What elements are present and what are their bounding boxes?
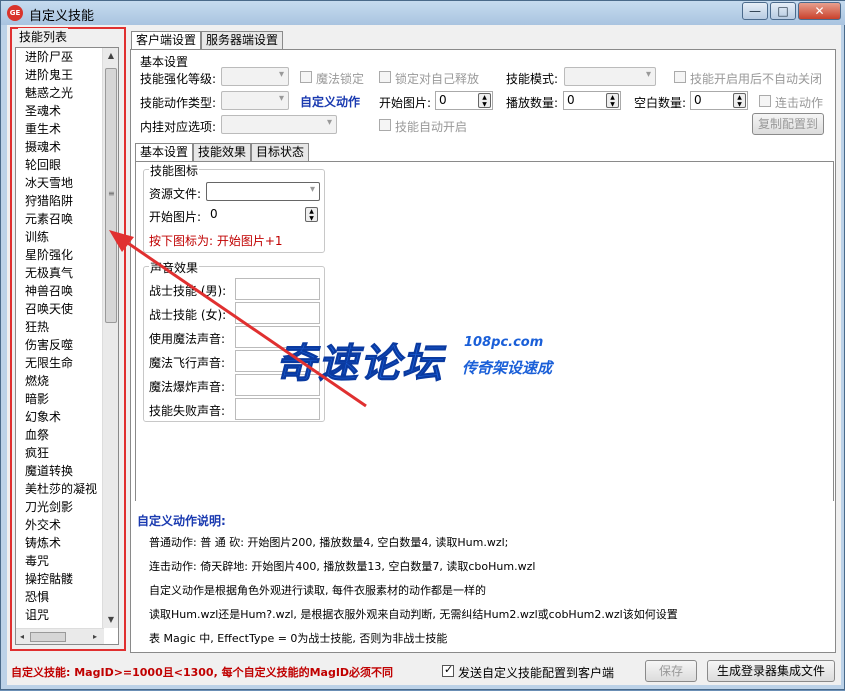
sound-file-input[interactable] xyxy=(235,398,320,420)
tab-server-settings[interactable]: 服务器端设置 xyxy=(201,31,284,49)
magid-warning: 自定义技能: MagID>=1000且<1300, 每个自定义技能的MagID必… xyxy=(11,666,394,679)
spinner-arrows-icon[interactable]: ▲ ▼ xyxy=(733,93,746,108)
sub-tabs: 基本设置 技能效果 目标状态 xyxy=(135,143,310,162)
watermark-main: 奇速论坛 xyxy=(276,341,444,388)
scroll-up-icon[interactable]: ▲ xyxy=(103,48,118,64)
skill-mode-label: 技能模式: xyxy=(506,72,559,86)
app-icon: GE xyxy=(7,5,23,21)
tab-basic-settings[interactable]: 基本设置 xyxy=(135,143,194,162)
icon-hint: 按下图标为: 开始图片+1 xyxy=(149,234,283,248)
blank-count-label: 空白数量: xyxy=(634,96,687,110)
sound-row-label: 技能失败声音: xyxy=(149,404,226,418)
watermark-sub: 传奇架设速成 xyxy=(462,359,553,377)
vertical-scrollbar[interactable]: ▲ ≡ ▼ xyxy=(102,48,118,628)
scroll-left-icon[interactable]: ◂ xyxy=(16,629,28,644)
auto-enable-label: 技能自动开启 xyxy=(395,120,468,134)
icon-start-label: 开始图片: xyxy=(149,210,202,224)
play-count-label: 播放数量: xyxy=(506,96,559,110)
spinner-arrows-icon[interactable]: ▲ ▼ xyxy=(606,93,619,108)
sound-row-label: 使用魔法声音: xyxy=(149,332,226,346)
tab-client-settings[interactable]: 客户端设置 xyxy=(131,31,202,50)
note-line: 表 Magic 中, EffectType = 0为战士技能, 否则为非战士技能 xyxy=(149,632,448,645)
spinner-arrows-icon[interactable]: ▲ ▼ xyxy=(305,207,318,222)
sound-row-label: 魔法飞行声音: xyxy=(149,356,226,370)
tab-target-status[interactable]: 目标状态 xyxy=(251,143,310,161)
maximize-button[interactable]: □ xyxy=(770,2,796,20)
start-frame-label: 开始图片: xyxy=(379,96,432,110)
scroll-right-icon[interactable]: ▸ xyxy=(88,629,102,644)
skill-level-select[interactable] xyxy=(221,67,289,86)
icon-group-title: 技能图标 xyxy=(149,162,200,179)
watermark-url: 108pc.com xyxy=(464,335,544,350)
hook-option-label: 内挂对应选项: xyxy=(140,120,217,134)
send-config-label: 发送自定义技能配置到客户端 xyxy=(458,666,615,680)
title-bar[interactable]: GE 自定义技能 — □ ✕ xyxy=(1,1,845,25)
lock-self-checkbox[interactable] xyxy=(379,71,391,83)
save-button[interactable]: 保存 xyxy=(645,660,697,682)
no-auto-close-checkbox[interactable] xyxy=(674,71,686,83)
window-title: 自定义技能 xyxy=(29,9,95,24)
horizontal-scrollbar[interactable]: ◂ ▸ xyxy=(16,628,104,644)
close-button[interactable]: ✕ xyxy=(798,2,841,20)
resource-file-label: 资源文件: xyxy=(149,187,202,201)
action-type-select[interactable] xyxy=(221,91,289,110)
auto-enable-checkbox[interactable] xyxy=(379,119,391,131)
icon-start-spinner[interactable]: 0 ▲ ▼ xyxy=(206,205,320,224)
scroll-down-icon[interactable]: ▼ xyxy=(103,612,118,628)
magic-lock-checkbox[interactable] xyxy=(300,71,312,83)
skill-level-label: 技能强化等级: xyxy=(140,72,217,86)
tab-skill-effect[interactable]: 技能效果 xyxy=(193,143,252,161)
sound-file-input[interactable] xyxy=(235,302,320,324)
lock-self-label: 锁定对自己释放 xyxy=(395,72,480,86)
hook-option-select[interactable] xyxy=(221,115,337,134)
send-config-checkbox[interactable] xyxy=(442,663,454,677)
action-type-label: 技能动作类型: xyxy=(140,96,217,110)
main-tabs: 客户端设置 服务器端设置 xyxy=(131,31,284,50)
copy-config-button[interactable]: 复制配置到 xyxy=(752,113,824,135)
resource-file-select[interactable] xyxy=(206,182,320,201)
skill-mode-select[interactable] xyxy=(564,67,656,86)
sound-row-label: 魔法爆炸声音: xyxy=(149,380,226,394)
watermark-logo: 奇速论坛 108pc.com 传奇架设速成 xyxy=(276,331,553,389)
no-auto-close-label: 技能开启用后不自动关闭 xyxy=(690,72,823,86)
magic-lock-label: 魔法锁定 xyxy=(316,72,365,86)
skill-list-title: 技能列表 xyxy=(18,28,69,45)
note-line: 普通动作: 普 通 砍: 开始图片200, 播放数量4, 空白数量4, 读取Hu… xyxy=(149,536,509,549)
combo-action-label: 连击动作 xyxy=(775,96,824,110)
skill-list[interactable]: 进阶尸巫 进阶鬼王 魅惑之光 圣魂术 重生术 摄魂术 轮回眼 冰天雪地 狩猎陷阱 元素召唤 训练 星阶… xyxy=(15,47,119,645)
sound-row-label: 战士技能 (女): xyxy=(149,308,227,322)
combo-action-checkbox[interactable] xyxy=(759,95,771,107)
sound-group-title: 声音效果 xyxy=(149,259,200,276)
start-frame-spinner[interactable]: 0 ▲ ▼ xyxy=(435,91,493,110)
scroll-thumb[interactable]: ≡ xyxy=(105,68,117,323)
play-count-spinner[interactable]: 0 ▲ ▼ xyxy=(563,91,621,110)
spinner-arrows-icon[interactable]: ▲ ▼ xyxy=(478,93,491,108)
note-line: 自定义动作是根据角色外观进行读取, 每件衣服素材的动作都是一样的 xyxy=(149,584,486,597)
basic-settings-title: 基本设置 xyxy=(140,55,189,69)
sound-file-input[interactable] xyxy=(235,278,320,300)
generate-login-file-button[interactable]: 生成登录器集成文件 xyxy=(707,660,835,682)
note-line: 读取Hum.wzl还是Hum?.wzl, 是根据衣服外观来自动判断, 无需纠结H… xyxy=(149,608,678,621)
blank-count-spinner[interactable]: 0 ▲ ▼ xyxy=(690,91,748,110)
note-line: 连击动作: 倚天辟地: 开始图片400, 播放数量13, 空白数量7, 读取cb… xyxy=(149,560,536,573)
main-window: GE 自定义技能 — □ ✕ 技能列表 进阶尸巫 进阶鬼王 魅惑之光 圣魂术 重生术 摄魂… xyxy=(0,0,845,690)
notes-title: 自定义动作说明: xyxy=(137,514,226,528)
h-scroll-thumb[interactable] xyxy=(30,632,66,642)
minimize-button[interactable]: — xyxy=(742,2,768,20)
sound-row-label: 战士技能 (男): xyxy=(149,284,227,298)
custom-action-label: 自定义动作 xyxy=(300,95,361,109)
